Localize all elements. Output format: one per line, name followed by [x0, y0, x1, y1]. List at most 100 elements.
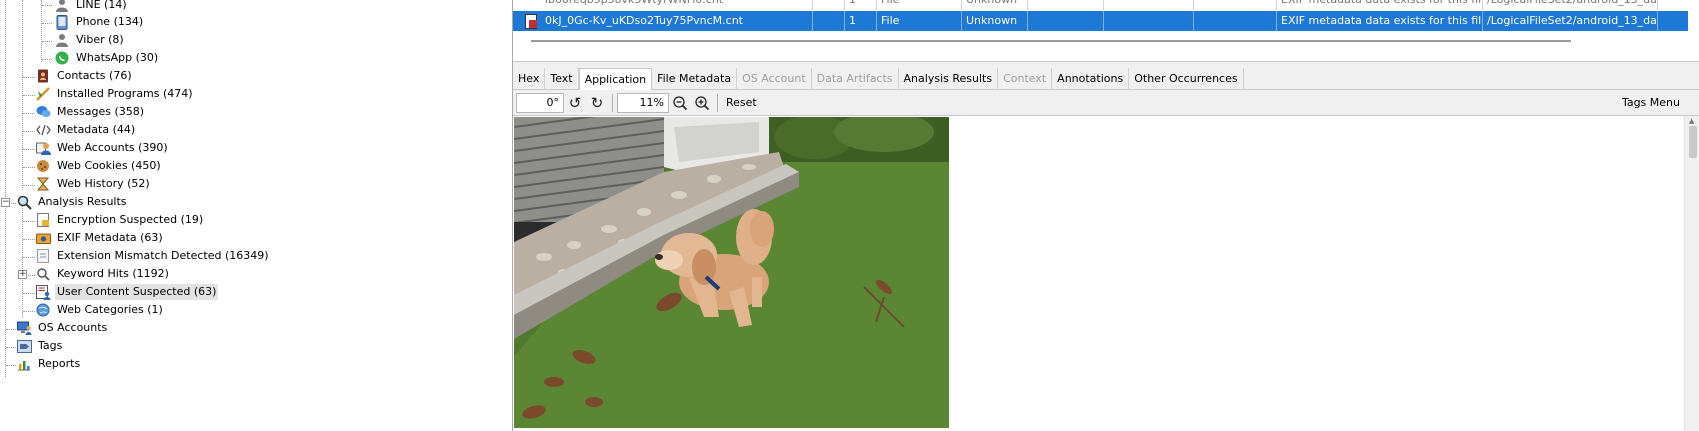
- camera-icon: [35, 230, 51, 246]
- table-cell-status: Unknown: [962, 11, 1028, 31]
- tree-item-label: Keyword Hits (1192): [57, 267, 169, 280]
- rotation-field[interactable]: 0°: [516, 92, 564, 113]
- results-tree: − + LINE (14) Phone (134) Viber (8) What…: [0, 0, 510, 431]
- file-mismatch-icon: [35, 248, 51, 264]
- zoom-in-icon[interactable]: [691, 92, 713, 114]
- phone-icon: [54, 14, 70, 30]
- expand-keyword-hits-toggle[interactable]: +: [18, 270, 27, 279]
- tab-hex[interactable]: Hex: [513, 68, 546, 90]
- tree-item-metadata[interactable]: Metadata (44): [35, 121, 137, 139]
- tree-item-reports[interactable]: Reports: [16, 355, 82, 373]
- collapse-analysis-results-toggle[interactable]: −: [1, 198, 10, 207]
- tree-item-label: WhatsApp (30): [76, 51, 159, 64]
- programs-icon: [35, 86, 51, 102]
- table-row[interactable]: lb6oreqb5p5ovk3WtyrWNFi0.cnt 1 File Unkn…: [513, 0, 1688, 10]
- web-account-icon: [35, 140, 51, 156]
- tree-item-label: OS Accounts: [38, 321, 108, 334]
- tree-item-label: Contacts (76): [57, 69, 132, 82]
- tab-os-account[interactable]: OS Account: [737, 68, 812, 90]
- tab-file-metadata[interactable]: File Metadata: [652, 68, 738, 90]
- os-accounts-icon: [16, 320, 32, 336]
- tree-item-viber[interactable]: Viber (8): [54, 31, 126, 49]
- tree-item-label: Web Categories (1): [57, 303, 163, 316]
- globe-icon: [35, 302, 51, 318]
- tree-item-exif-metadata[interactable]: EXIF Metadata (63): [35, 229, 165, 247]
- tree-item-tags[interactable]: Tags: [16, 337, 64, 355]
- tab-data-artifacts[interactable]: Data Artifacts: [812, 68, 899, 90]
- code-tag-icon: [35, 122, 51, 138]
- keyword-search-icon: [35, 266, 51, 282]
- tags-icon: [16, 338, 32, 354]
- tree-item-messages[interactable]: Messages (358): [35, 103, 146, 121]
- person-icon: [54, 32, 70, 48]
- tree-item-label: Tags: [38, 339, 63, 352]
- tags-menu-button[interactable]: Tags Menu: [1622, 90, 1680, 116]
- lock-document-icon: [35, 212, 51, 228]
- tree-item-line[interactable]: LINE (14): [54, 0, 129, 14]
- tree-item-installed-programs[interactable]: Installed Programs (474): [35, 85, 195, 103]
- zoom-field[interactable]: 11%: [617, 92, 669, 113]
- tree-item-label: Reports: [38, 357, 81, 370]
- tree-item-extension-mismatch[interactable]: Extension Mismatch Detected (16349): [35, 247, 271, 265]
- tree-item-encryption-suspected[interactable]: Encryption Suspected (19): [35, 211, 205, 229]
- table-cell-path: /LogicalFileSet2/android_13_data/d: [1483, 11, 1658, 31]
- scroll-up-icon[interactable]: ▲: [1689, 117, 1694, 125]
- image-viewer: ▲: [513, 116, 1699, 431]
- tree-item-label: Web Accounts (390): [57, 141, 168, 154]
- magnifier-icon: [16, 194, 32, 210]
- tab-other-occurrences[interactable]: Other Occurrences: [1129, 68, 1244, 90]
- tree-item-label: Phone (134): [76, 15, 144, 28]
- table-cell-name: 0kJ_0Gc-Kv_uKDso2Tuy75PvncM.cnt: [545, 14, 743, 27]
- tree-item-phone[interactable]: Phone (134): [54, 13, 145, 31]
- tree-item-label: Viber (8): [76, 33, 124, 46]
- tree-item-os-accounts[interactable]: OS Accounts: [16, 319, 109, 337]
- table-cell-path: /LogicalFileSet2/android_13_data/d: [1483, 0, 1658, 10]
- hourglass-icon: [35, 176, 51, 192]
- tree-item-contacts[interactable]: Contacts (76): [35, 67, 134, 85]
- tree-item-label: Web History (52): [57, 177, 150, 190]
- results-table: lb6oreqb5p5ovk3WtyrWNFi0.cnt 1 File Unkn…: [513, 0, 1699, 62]
- table-row-selected[interactable]: 0kJ_0Gc-Kv_uKDso2Tuy75PvncM.cnt 1 File U…: [513, 11, 1688, 31]
- dog-photo: [514, 117, 949, 428]
- rotate-right-icon[interactable]: ↻: [586, 92, 608, 114]
- tab-analysis-results[interactable]: Analysis Results: [899, 68, 999, 90]
- tab-context[interactable]: Context: [998, 68, 1053, 90]
- scroll-thumb[interactable]: [1689, 126, 1697, 158]
- image-toolbar: 0° ↺ ↻ 11% Reset Tags Menu: [513, 90, 1699, 116]
- tree-item-label: Extension Mismatch Detected (16349): [57, 249, 269, 262]
- tab-text[interactable]: Text: [545, 68, 579, 90]
- tree-item-label: User Content Suspected (63): [55, 284, 219, 300]
- table-cell-comment: EXIF metadata data exists for this file.: [1277, 11, 1483, 31]
- tree-item-web-history[interactable]: Web History (52): [35, 175, 152, 193]
- tab-application[interactable]: Application: [578, 68, 653, 90]
- tree-item-web-cookies[interactable]: Web Cookies (450): [35, 157, 163, 175]
- tree-item-label: Web Cookies (450): [57, 159, 161, 172]
- tree-item-label: EXIF Metadata (63): [57, 231, 163, 244]
- user-content-icon: [35, 284, 51, 300]
- table-cell-score: 1: [845, 11, 877, 31]
- tree-item-label: Analysis Results: [38, 195, 127, 208]
- tree-item-web-categories[interactable]: Web Categories (1): [35, 301, 165, 319]
- zoom-out-icon[interactable]: [669, 92, 691, 114]
- photo-drawing: [514, 117, 949, 428]
- whatsapp-icon: [54, 50, 70, 66]
- table-horizontal-scrollbar[interactable]: [531, 40, 1571, 42]
- viewer-vertical-scrollbar[interactable]: ▲: [1684, 116, 1699, 431]
- table-cell-name: lb6oreqb5p5ovk3WtyrWNFi0.cnt: [513, 0, 813, 10]
- tree-item-user-content-suspected[interactable]: User Content Suspected (63): [35, 283, 219, 301]
- reports-icon: [16, 356, 32, 372]
- tree-item-label: Metadata (44): [57, 123, 136, 136]
- content-viewer-panel: lb6oreqb5p5ovk3WtyrWNFi0.cnt 1 File Unkn…: [512, 0, 1699, 431]
- cookie-icon: [35, 158, 51, 174]
- tree-item-analysis-results[interactable]: Analysis Results: [16, 193, 129, 211]
- contacts-book-icon: [35, 68, 51, 84]
- tab-annotations[interactable]: Annotations: [1052, 68, 1130, 90]
- person-icon: [54, 0, 70, 13]
- content-tabs: Hex Text Application File Metadata OS Ac…: [513, 68, 1699, 90]
- tree-item-whatsapp[interactable]: WhatsApp (30): [54, 49, 160, 67]
- reset-button[interactable]: Reset: [722, 96, 761, 109]
- tree-item-label: LINE (14): [76, 0, 127, 11]
- rotate-left-icon[interactable]: ↺: [564, 92, 586, 114]
- tree-item-keyword-hits[interactable]: Keyword Hits (1192): [35, 265, 171, 283]
- tree-item-web-accounts[interactable]: Web Accounts (390): [35, 139, 170, 157]
